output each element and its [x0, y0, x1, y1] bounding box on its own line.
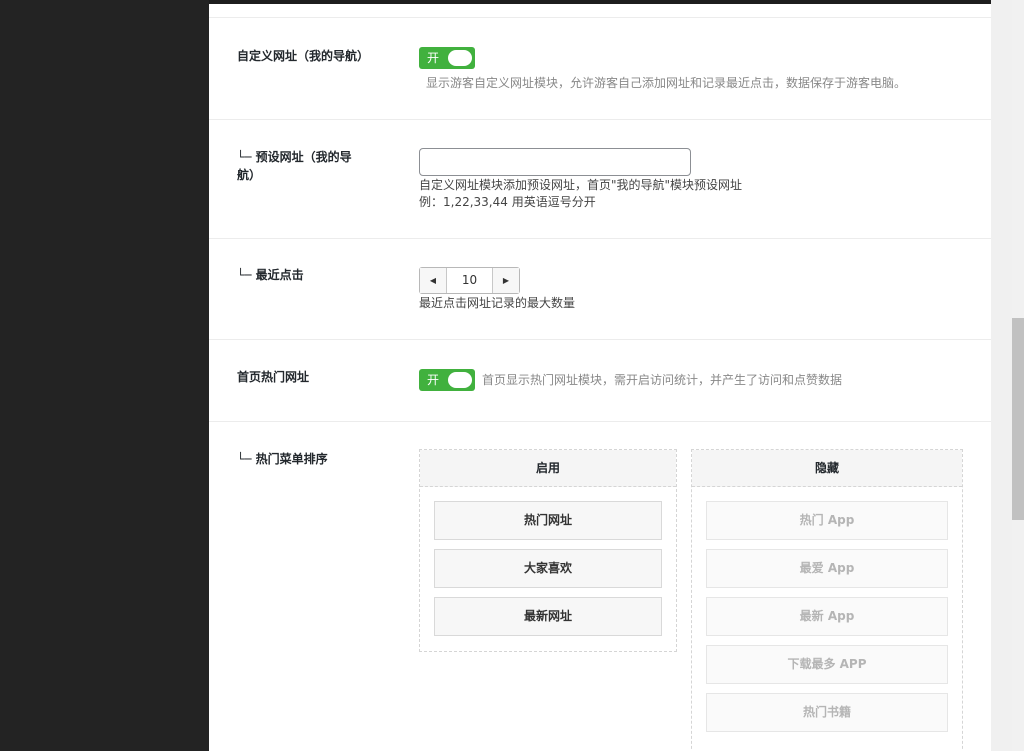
enabled-item-hot-urls[interactable]: 热门网址 [434, 501, 662, 540]
hot-urls-description: 首页显示热门网址模块，需开启访问统计，并产生了访问和点赞数据 [482, 373, 843, 387]
enabled-column: 启用 热门网址 大家喜欢 最新网址 [419, 449, 677, 652]
scrollbar-thumb[interactable] [1012, 318, 1024, 520]
preset-urls-label-line2: 航） [237, 168, 262, 182]
recent-clicks-label: └─ 最近点击 [237, 268, 304, 282]
triangle-right-icon[interactable]: ▶ [492, 268, 519, 293]
preset-urls-label: └─ 预设网址（我的导 航） [237, 148, 352, 184]
enabled-item-new-urls[interactable]: 最新网址 [434, 597, 662, 636]
row-divider [209, 17, 991, 18]
recent-clicks-value[interactable]: 10 [447, 268, 492, 293]
right-gutter [991, 0, 1012, 751]
switch-on-text: 开 [427, 51, 440, 65]
hot-menu-sort-label: └─ 热门菜单排序 [237, 452, 328, 466]
hot-urls-switch[interactable]: 开 [419, 369, 475, 391]
row-divider [209, 119, 991, 120]
preset-urls-input[interactable] [419, 148, 691, 176]
switch-on-text: 开 [427, 373, 440, 387]
recent-clicks-stepper: ◀ 10 ▶ [419, 267, 520, 294]
recent-clicks-description: 最近点击网址记录的最大数量 [419, 296, 576, 310]
preset-urls-description-line2: 例：1,22,33,44 用英语逗号分开 [419, 195, 596, 209]
triangle-left-icon[interactable]: ◀ [420, 268, 447, 293]
hidden-column-title: 隐藏 [692, 450, 962, 487]
hidden-item-hot-app[interactable]: 热门 App [706, 501, 948, 540]
settings-panel: 自定义网址（我的导航） 开 显示游客自定义网址模块，允许游客自己添加网址和记录最… [209, 4, 991, 751]
row-divider [209, 339, 991, 340]
switch-knob [448, 50, 472, 66]
preset-urls-label-line1: └─ 预设网址（我的导 [237, 150, 352, 164]
hot-urls-label: 首页热门网址 [237, 370, 310, 384]
custom-nav-switch[interactable]: 开 [419, 47, 475, 69]
preset-urls-description-line1: 自定义网址模块添加预设网址，首页"我的导航"模块预设网址 [419, 178, 743, 192]
hidden-item-most-downloaded-app[interactable]: 下载最多 APP [706, 645, 948, 684]
row-divider [209, 421, 991, 422]
hidden-column: 隐藏 热门 App 最爱 App 最新 App 下载最多 APP 热门书籍 [691, 449, 963, 751]
enabled-item-favorites[interactable]: 大家喜欢 [434, 549, 662, 588]
hidden-item-hot-books[interactable]: 热门书籍 [706, 693, 948, 732]
enabled-column-title: 启用 [420, 450, 676, 487]
hidden-item-new-app[interactable]: 最新 App [706, 597, 948, 636]
custom-nav-label: 自定义网址（我的导航） [237, 49, 370, 63]
hidden-item-fav-app[interactable]: 最爱 App [706, 549, 948, 588]
custom-nav-description: 显示游客自定义网址模块，允许游客自己添加网址和记录最近点击，数据保存于游客电脑。 [426, 76, 907, 90]
row-divider [209, 238, 991, 239]
admin-sidebar-background [0, 0, 209, 751]
switch-knob [448, 372, 472, 388]
